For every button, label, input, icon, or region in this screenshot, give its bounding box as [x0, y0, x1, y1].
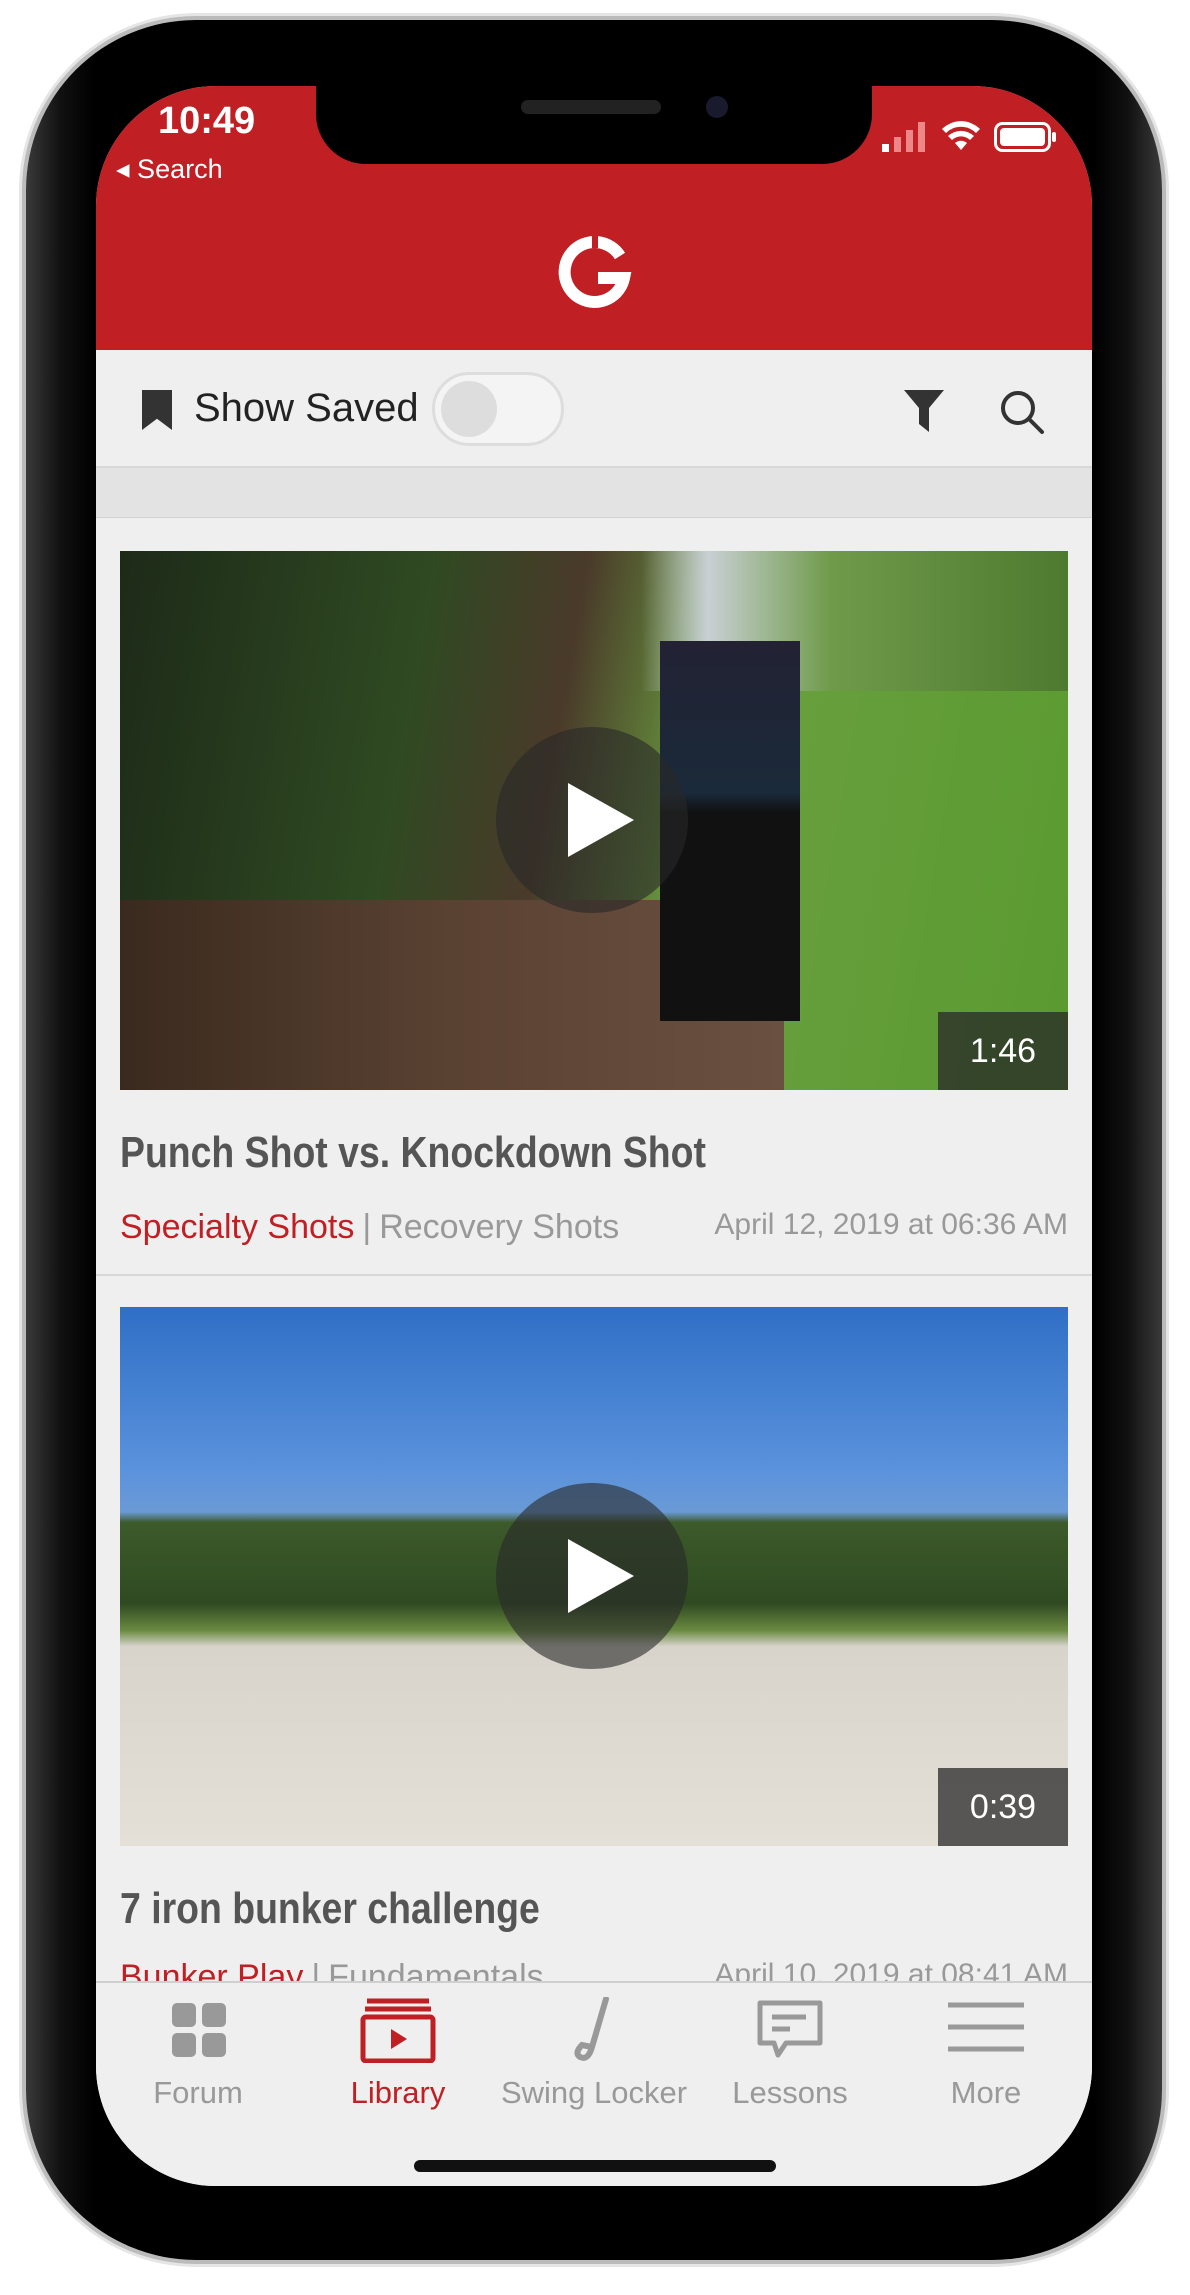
status-time: 10:49	[158, 100, 256, 142]
tab-lessons[interactable]: Lessons	[690, 1997, 890, 2111]
video-title[interactable]: Punch Shot vs. Knockdown Shot	[120, 1128, 706, 1178]
notch	[316, 86, 872, 164]
battery-icon	[994, 122, 1056, 152]
back-to-search-link[interactable]: ◂ Search	[116, 154, 223, 185]
status-icons	[882, 120, 1058, 152]
video-subcategory[interactable]: Recovery Shots	[379, 1208, 619, 1247]
wifi-icon	[942, 121, 980, 150]
show-saved-label: Show Saved	[194, 386, 419, 430]
app-header: 10:49 ◂ Search	[96, 86, 1092, 350]
tab-label: More	[950, 2075, 1022, 2110]
bookmark-icon	[142, 390, 172, 430]
tab-swing-locker[interactable]: Swing Locker	[494, 1997, 694, 2111]
play-button[interactable]	[496, 727, 688, 913]
grid-icon	[172, 2003, 226, 2057]
section-divider	[96, 468, 1092, 518]
tab-label: Lessons	[732, 2075, 848, 2110]
golf-club-icon	[574, 1997, 609, 2061]
tab-label: Library	[350, 2075, 446, 2110]
signal-icon	[882, 122, 925, 152]
video-duration: 0:39	[938, 1768, 1068, 1846]
speaker	[521, 100, 661, 114]
meta-separator: |	[362, 1208, 372, 1246]
play-button[interactable]	[496, 1483, 688, 1669]
app-screen: 10:49 ◂ Search Show Saved 1:46 Punch Sho…	[96, 86, 1092, 2186]
tab-label: Swing Locker	[500, 2075, 688, 2110]
video-thumbnail[interactable]: 1:46	[120, 551, 1068, 1090]
video-duration: 1:46	[938, 1012, 1068, 1090]
video-title[interactable]: 7 iron bunker challenge	[120, 1884, 540, 1934]
video-category-link[interactable]: Specialty Shots	[120, 1208, 354, 1247]
camera	[706, 96, 728, 118]
home-indicator[interactable]	[414, 2160, 776, 2172]
tab-library[interactable]: Library	[298, 1997, 498, 2111]
app-logo-icon	[558, 236, 632, 308]
video-meta: Specialty Shots | Recovery Shots April 12,…	[120, 1208, 1068, 1247]
filter-icon[interactable]	[904, 390, 944, 432]
tab-forum[interactable]: Forum	[98, 1997, 298, 2111]
tab-label: Forum	[153, 2075, 243, 2110]
video-thumbnail[interactable]: 0:39	[120, 1307, 1068, 1846]
video-date: April 12, 2019 at 06:36 AM	[714, 1208, 1068, 1241]
card-divider	[96, 1274, 1092, 1276]
menu-icon	[948, 2002, 1024, 2052]
chat-icon	[757, 2000, 823, 2058]
toggle-knob	[441, 381, 497, 437]
filter-toolbar: Show Saved	[96, 350, 1092, 468]
show-saved-toggle[interactable]	[432, 372, 564, 446]
bottom-tab-bar: Forum Library Swing Locker Lessons More	[96, 1981, 1092, 2186]
search-icon[interactable]	[998, 388, 1046, 436]
library-icon	[360, 1998, 436, 2063]
tab-more[interactable]: More	[886, 1997, 1086, 2111]
